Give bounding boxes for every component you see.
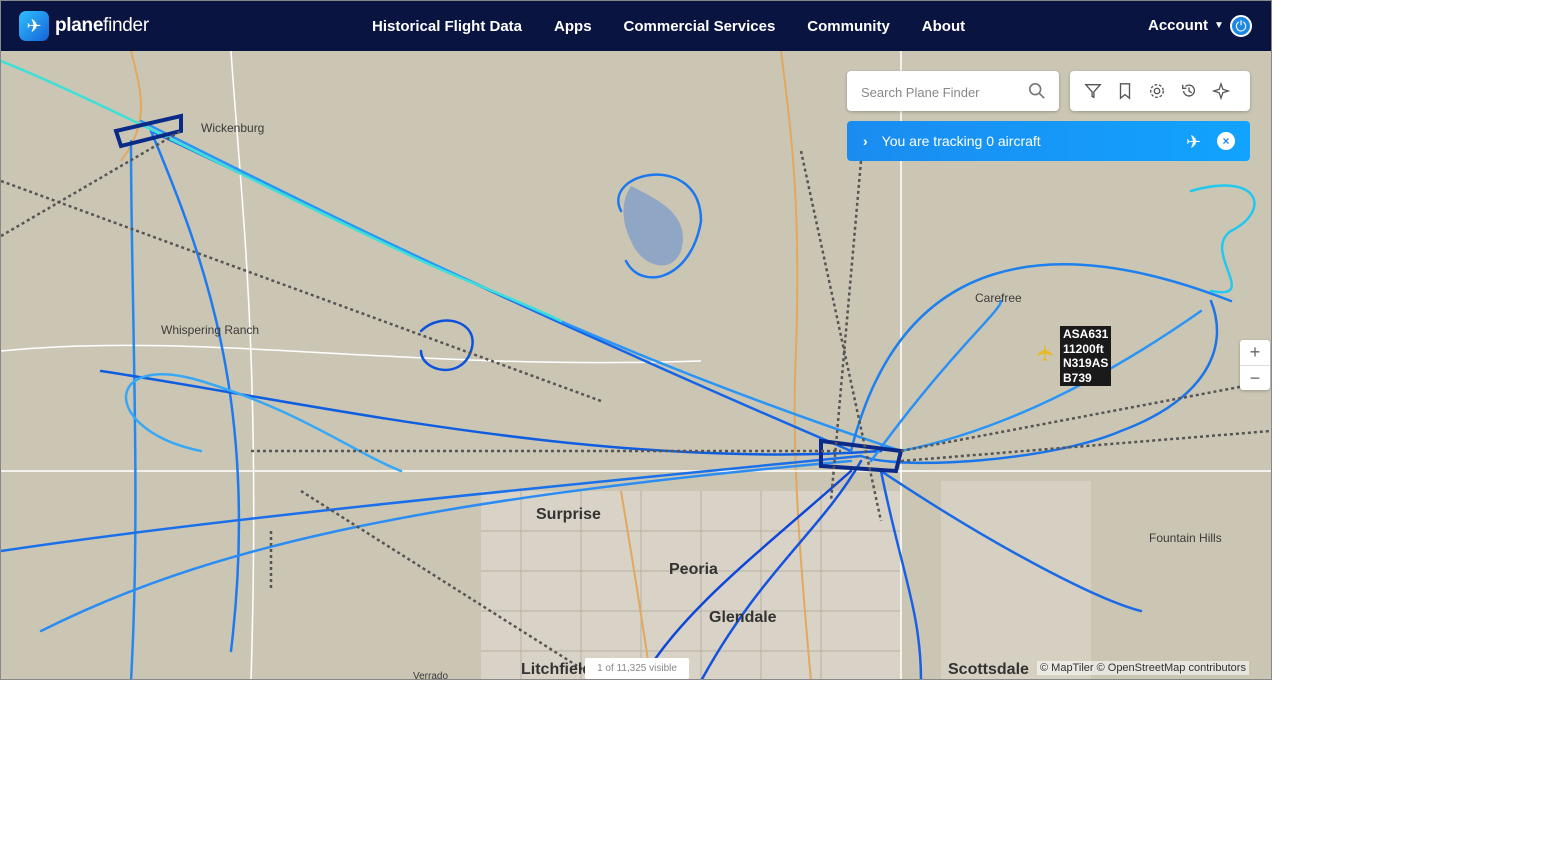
filter-icon[interactable] bbox=[1084, 82, 1102, 100]
power-icon[interactable]: ⏻ bbox=[1230, 15, 1252, 37]
app-window: ✈ planefinder Historical Flight Data App… bbox=[0, 0, 1272, 680]
place-glendale: Glendale bbox=[709, 609, 777, 626]
aircraft-label[interactable]: ASA631 11200ft N319AS B739 bbox=[1060, 326, 1112, 386]
nav-about[interactable]: About bbox=[922, 18, 965, 35]
nav-historical-flight-data[interactable]: Historical Flight Data bbox=[372, 18, 522, 35]
logo-text-light: finder bbox=[103, 15, 149, 36]
place-carefree: Carefree bbox=[975, 291, 1022, 305]
place-wickenburg: Wickenburg bbox=[201, 121, 265, 135]
map-attribution[interactable]: © MapTiler © OpenStreetMap contributors bbox=[1037, 661, 1249, 675]
top-navigation-bar: ✈ planefinder Historical Flight Data App… bbox=[1, 1, 1271, 51]
aircraft-marker-icon[interactable]: ✈ bbox=[1033, 344, 1059, 362]
nav-apps[interactable]: Apps bbox=[554, 18, 592, 35]
search-icon[interactable] bbox=[1028, 82, 1046, 100]
logo-text: planefinder bbox=[55, 15, 149, 37]
plane-mode-icon[interactable] bbox=[1212, 82, 1230, 100]
place-whispering-ranch: Whispering Ranch bbox=[161, 323, 260, 337]
tracking-text: You are tracking 0 aircraft bbox=[881, 133, 1041, 149]
chevron-right-icon[interactable]: › bbox=[863, 133, 868, 149]
search-box bbox=[847, 71, 1059, 111]
logo-text-bold: plane bbox=[55, 15, 104, 36]
place-fountain-hills: Fountain Hills bbox=[1149, 531, 1222, 545]
place-surprise: Surprise bbox=[536, 506, 601, 523]
plane-outline-icon: ✈ bbox=[1186, 132, 1202, 152]
place-litchfield: Litchfield bbox=[521, 661, 593, 678]
place-scottsdale: Scottsdale bbox=[948, 661, 1029, 678]
gear-icon[interactable] bbox=[1148, 82, 1166, 100]
aircraft-registration: N319AS bbox=[1063, 356, 1109, 370]
map-toolbar bbox=[1070, 71, 1250, 111]
nav-community[interactable]: Community bbox=[807, 18, 890, 35]
account-label: Account bbox=[1148, 17, 1208, 34]
planefinder-logo[interactable]: ✈ planefinder bbox=[19, 11, 149, 41]
account-menu[interactable]: Account ▼ bbox=[1148, 17, 1224, 34]
main-nav: Historical Flight Data Apps Commercial S… bbox=[356, 1, 981, 51]
place-peoria: Peoria bbox=[669, 561, 718, 578]
history-icon[interactable] bbox=[1180, 82, 1198, 100]
search-input[interactable] bbox=[859, 81, 1023, 103]
caret-down-icon: ▼ bbox=[1214, 20, 1224, 31]
visible-count: 1 of 11,325 visible bbox=[585, 658, 689, 679]
lake bbox=[623, 186, 683, 266]
bookmark-icon[interactable] bbox=[1116, 82, 1134, 100]
zoom-in-button[interactable]: + bbox=[1240, 340, 1270, 366]
aircraft-callsign: ASA631 bbox=[1063, 327, 1109, 341]
plane-logo-icon: ✈ bbox=[19, 11, 49, 41]
zoom-out-button[interactable]: − bbox=[1240, 366, 1270, 391]
close-icon[interactable]: × bbox=[1217, 132, 1235, 150]
zoom-controls: + − bbox=[1240, 340, 1270, 390]
tracking-banner[interactable]: › You are tracking 0 aircraft ✈ × bbox=[847, 121, 1250, 161]
nav-commercial-services[interactable]: Commercial Services bbox=[624, 18, 776, 35]
place-verrado: Verrado bbox=[413, 671, 449, 680]
aircraft-altitude: 11200ft bbox=[1063, 341, 1104, 356]
aircraft-type: B739 bbox=[1063, 370, 1092, 385]
